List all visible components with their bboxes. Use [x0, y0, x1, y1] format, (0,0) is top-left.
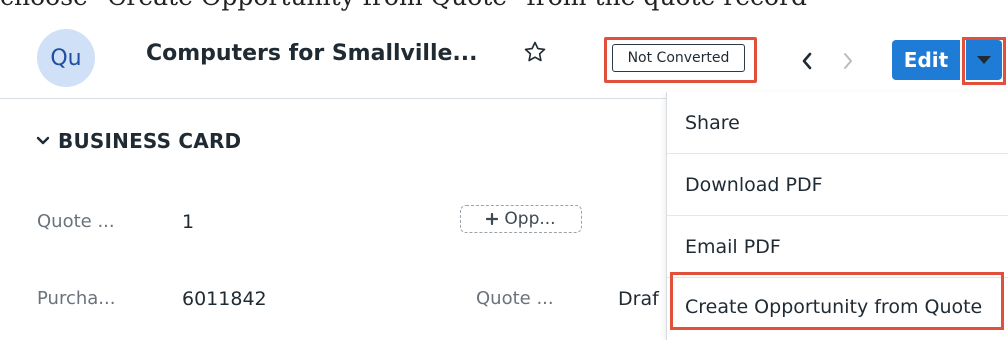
star-icon[interactable]: [523, 40, 547, 64]
business-card-toggle[interactable]: BUSINESS CARD: [36, 129, 241, 153]
quote-stage-value: Draf: [618, 288, 659, 310]
section-title: BUSINESS CARD: [58, 129, 242, 153]
quote-stage-label: Quote ...: [476, 288, 554, 309]
edit-button[interactable]: Edit: [892, 40, 960, 80]
page-title: Computers for Smallville...: [146, 41, 478, 66]
quote-number-label: Quote ...: [37, 211, 115, 232]
actions-dropdown-button[interactable]: [966, 40, 1002, 80]
next-record-button[interactable]: [838, 50, 858, 72]
record-header: Qu Computers for Smallville... Not Conve…: [0, 12, 1008, 99]
menu-item-share[interactable]: Share: [667, 92, 1008, 154]
opportunity-field-label: Opp...: [504, 209, 556, 229]
chevron-right-icon: [844, 53, 852, 69]
purchase-order-label: Purcha...: [37, 288, 116, 309]
caret-down-icon: [977, 56, 991, 64]
top-caption: choose "Create Opportunity from Quote" f…: [0, 0, 1008, 12]
menu-item-download-pdf[interactable]: Download PDF: [667, 154, 1008, 216]
chevron-left-icon: [802, 52, 812, 70]
avatar: Qu: [37, 29, 95, 87]
menu-item-email-pdf[interactable]: Email PDF: [667, 216, 1008, 278]
plus-icon: [486, 213, 499, 225]
chevron-down-icon: [36, 136, 50, 145]
menu-item-highlight: [670, 272, 1004, 330]
opportunity-field[interactable]: Opp...: [460, 205, 582, 233]
status-badge: Not Converted: [612, 44, 745, 72]
purchase-order-value: 6011842: [182, 288, 267, 310]
quote-number-value: 1: [182, 211, 195, 233]
previous-record-button[interactable]: [797, 50, 817, 72]
